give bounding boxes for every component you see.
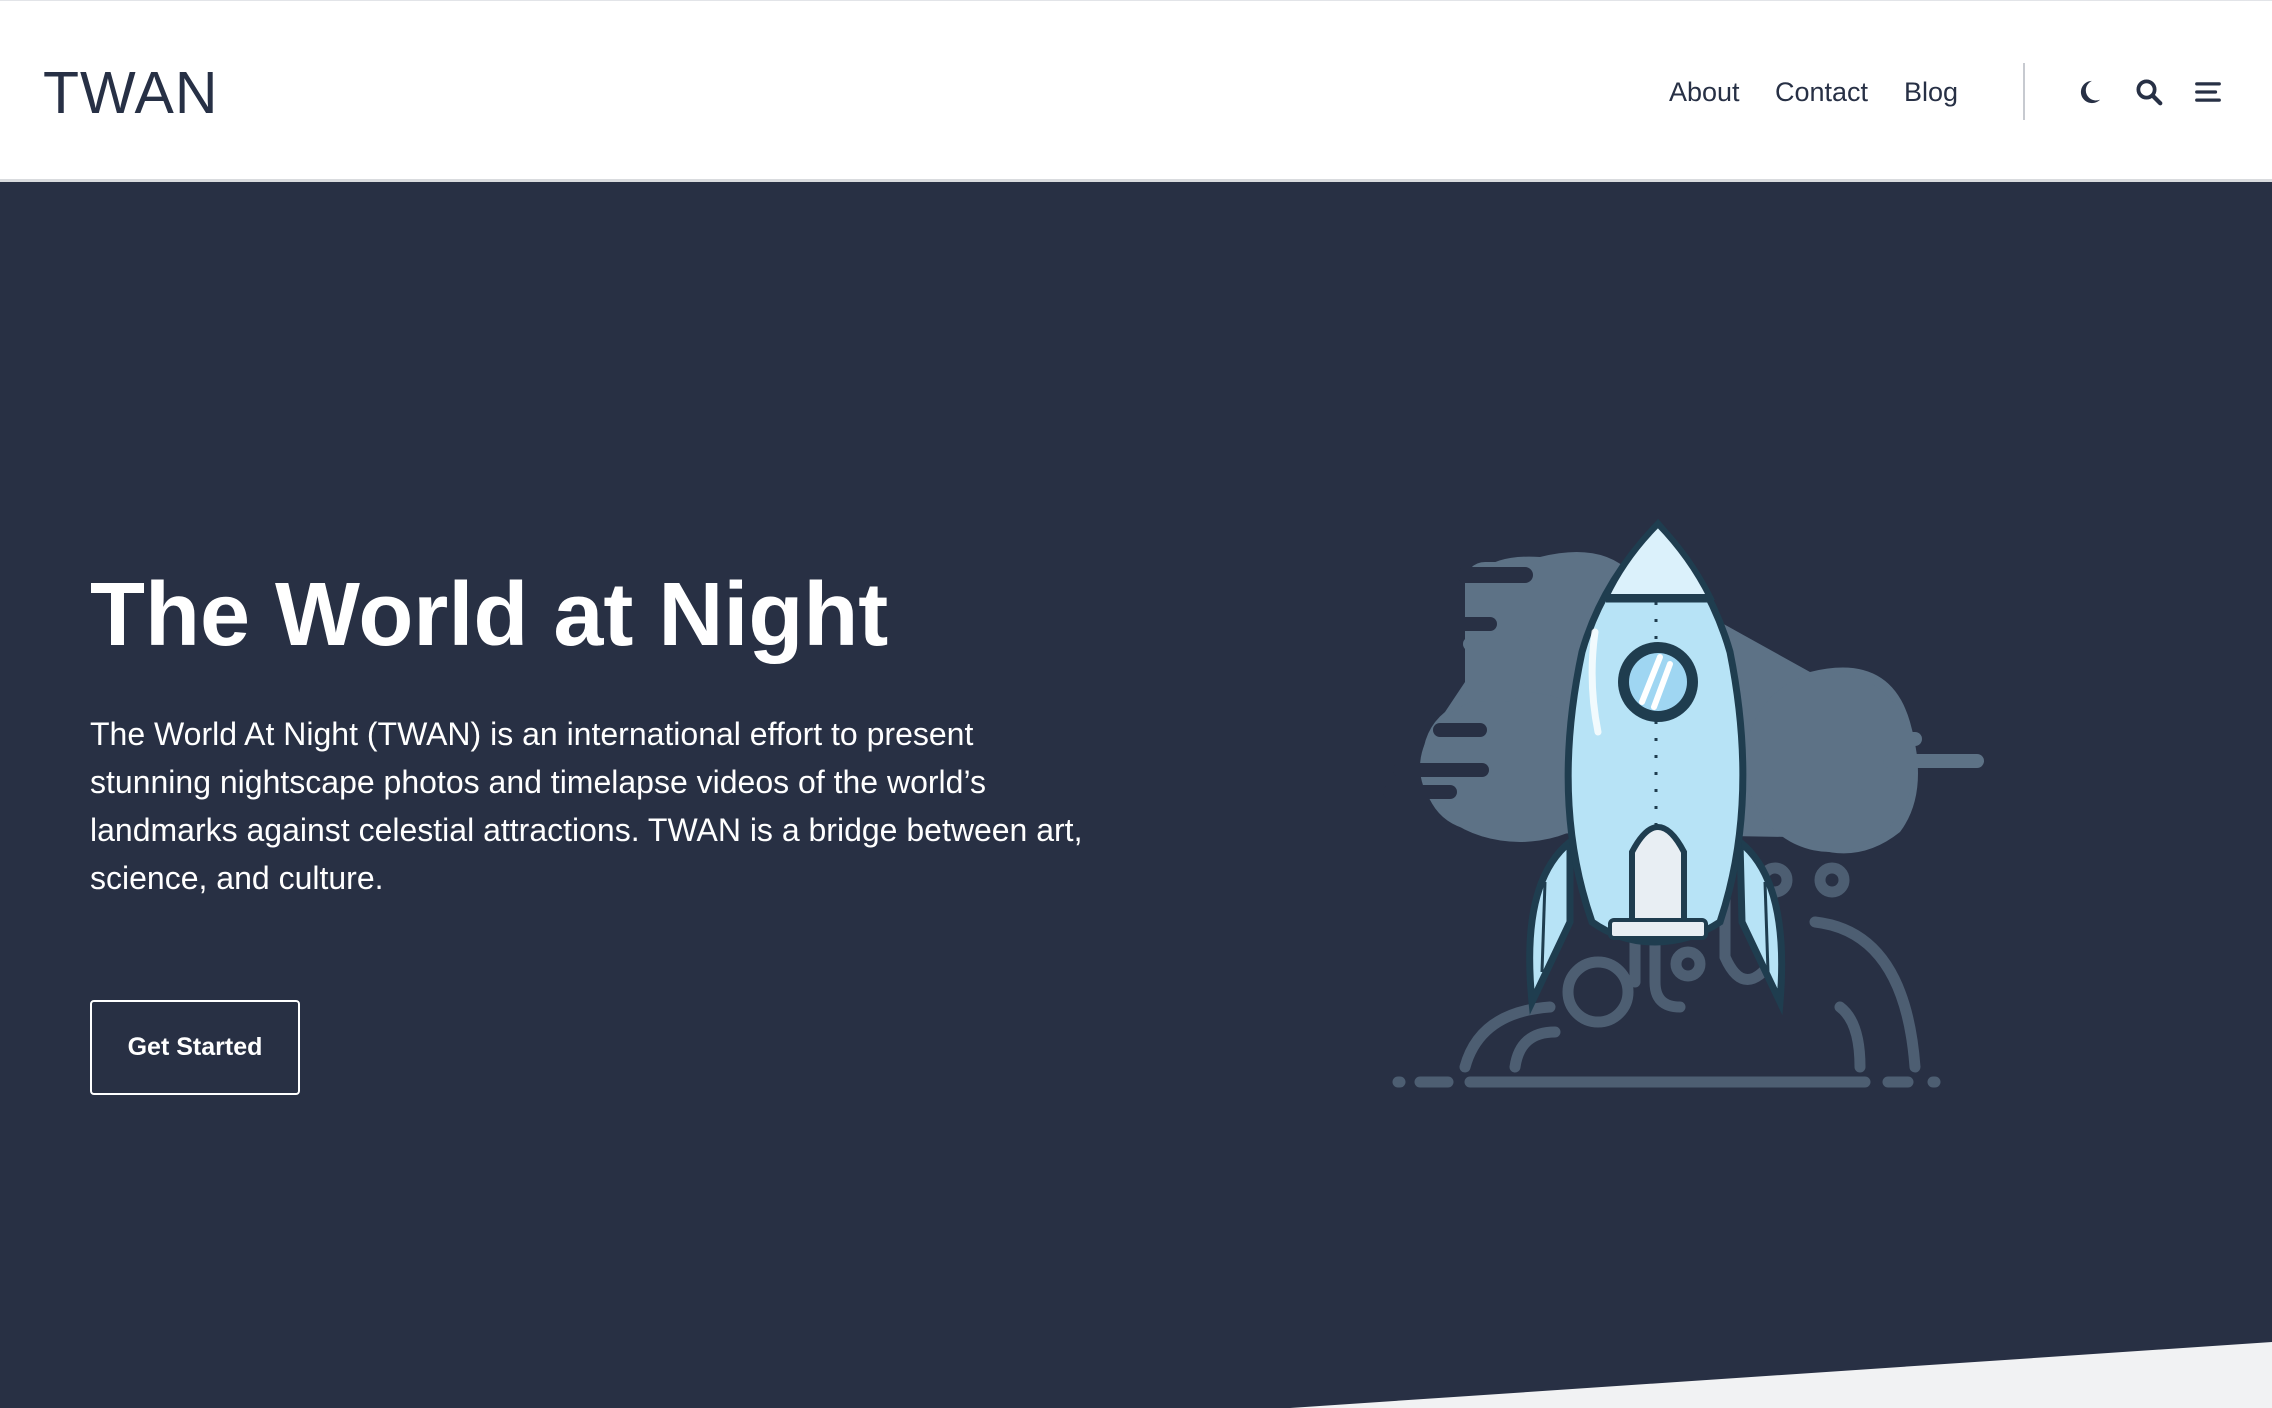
- nav-link-contact[interactable]: Contact: [1775, 71, 1868, 113]
- dark-mode-toggle[interactable]: [2070, 73, 2108, 111]
- nav-link-blog[interactable]: Blog: [1904, 71, 1958, 113]
- section-divider: [1290, 1342, 2272, 1408]
- site-header: TWAN About Contact Blog: [0, 0, 2272, 182]
- nav-divider: [2023, 63, 2025, 120]
- search-button[interactable]: [2130, 73, 2168, 111]
- search-icon: [2136, 79, 2163, 106]
- menu-icon: [2195, 82, 2221, 102]
- hero-title: The World at Night: [90, 565, 889, 665]
- get-started-button[interactable]: Get Started: [90, 1000, 300, 1095]
- hero-section: The World at Night The World At Night (T…: [0, 182, 2272, 1408]
- menu-button[interactable]: [2189, 73, 2227, 111]
- moon-icon: [2080, 80, 2101, 104]
- nav-link-about[interactable]: About: [1669, 71, 1740, 113]
- rocket-launch-illustration: [1383, 518, 1984, 1088]
- hero-description: The World At Night (TWAN) is an internat…: [90, 716, 1083, 896]
- site-logo[interactable]: TWAN: [43, 53, 219, 133]
